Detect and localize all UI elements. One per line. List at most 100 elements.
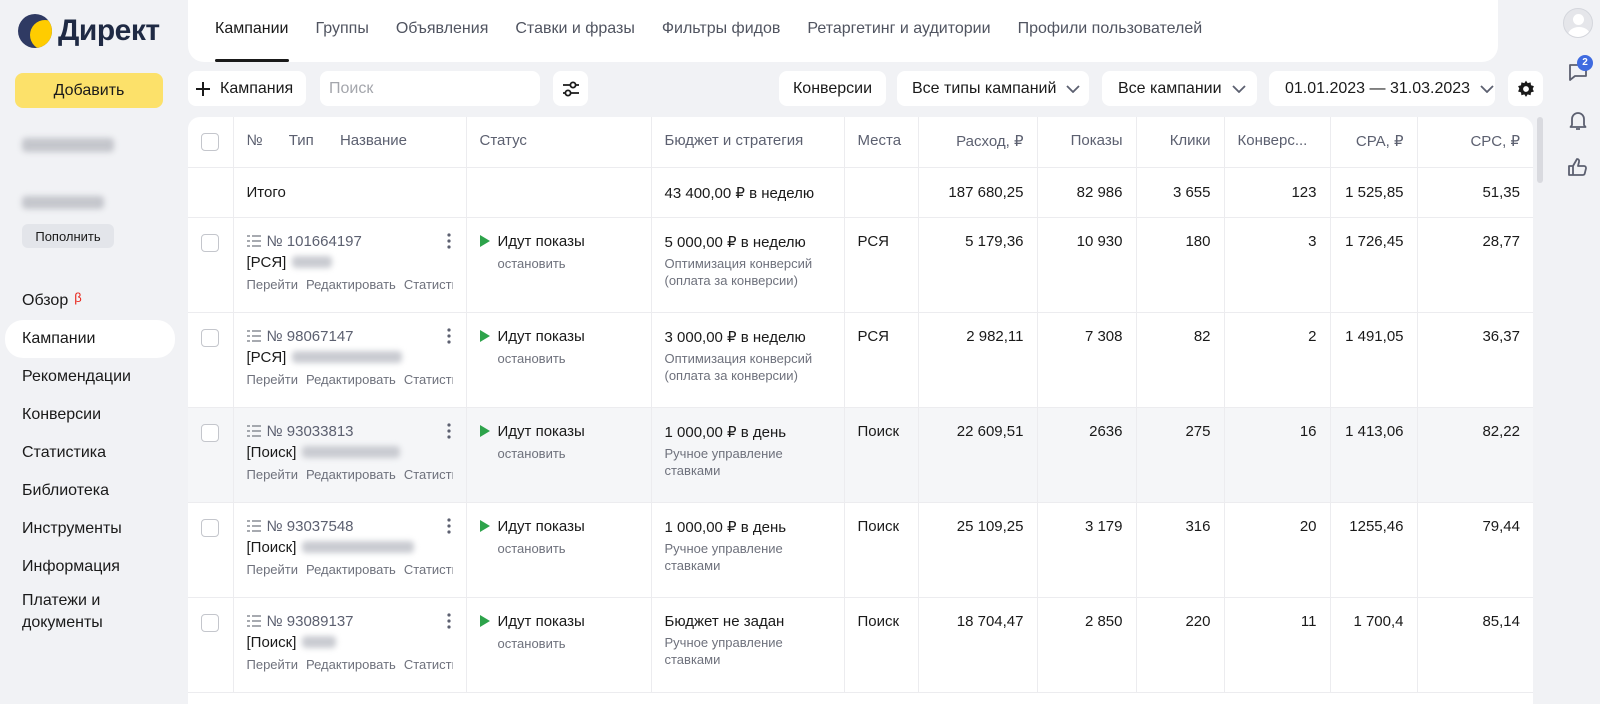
sidebar-item-overview[interactable]: Обзор β: [5, 282, 175, 320]
thumbs-up-icon[interactable]: [1566, 155, 1590, 179]
campaign-name-redacted[interactable]: [292, 256, 333, 268]
budget-value[interactable]: 1 000,00 ₽ в день: [665, 423, 831, 441]
sidebar-item-payments[interactable]: Платежи и документы: [5, 586, 135, 638]
row-checkbox[interactable]: [201, 233, 219, 252]
conversions-button[interactable]: Конверсии: [779, 71, 886, 106]
row-checkbox[interactable]: [201, 613, 219, 632]
budget-value[interactable]: 3 000,00 ₽ в неделю: [665, 328, 831, 346]
header-impressions[interactable]: Показы: [1037, 117, 1137, 168]
stop-link[interactable]: остановить: [498, 541, 638, 556]
budget-value[interactable]: 5 000,00 ₽ в неделю: [665, 233, 831, 251]
campaign-types-dropdown[interactable]: Все типы кампаний: [897, 71, 1089, 106]
sidebar-item-library[interactable]: Библиотека: [5, 472, 175, 510]
campaign-id[interactable]: № 93033813: [267, 423, 354, 440]
sidebar-item-campaigns[interactable]: Кампании: [5, 320, 175, 358]
avatar[interactable]: [1563, 8, 1593, 38]
table-row[interactable]: № 93033813 [Поиск] Перейти Редактировать Ста…: [188, 407, 1533, 503]
more-vertical-icon[interactable]: [446, 423, 451, 439]
search-input[interactable]: [320, 71, 540, 106]
go-link[interactable]: Перейти: [247, 277, 299, 292]
stats-link[interactable]: Статистика: [404, 562, 453, 577]
total-places-cell: [844, 167, 919, 218]
table-scrollbar[interactable]: [1537, 117, 1543, 183]
stats-link[interactable]: Статистика: [404, 657, 453, 672]
go-link[interactable]: Перейти: [247, 657, 299, 672]
more-vertical-icon[interactable]: [446, 233, 451, 249]
stop-link[interactable]: остановить: [498, 256, 638, 271]
go-link[interactable]: Перейти: [247, 562, 299, 577]
header-status[interactable]: Статус: [466, 117, 652, 168]
tab-feed-filters[interactable]: Фильтры фидов: [662, 0, 781, 62]
edit-link[interactable]: Редактировать: [306, 372, 396, 387]
more-vertical-icon[interactable]: [446, 328, 451, 344]
header-clicks[interactable]: Клики: [1136, 117, 1225, 168]
table-row[interactable]: № 98067147 [РСЯ] Перейти Редактировать Стати…: [188, 312, 1533, 408]
header-spend[interactable]: Расход, ₽: [918, 117, 1038, 168]
campaign-name-redacted[interactable]: [302, 636, 337, 648]
budget-value[interactable]: Бюджет не задан: [665, 613, 831, 630]
stats-link[interactable]: Статистика: [404, 277, 453, 292]
more-vertical-icon[interactable]: [446, 518, 451, 534]
total-spend: 187 680,25: [918, 167, 1038, 218]
header-num[interactable]: №: [247, 132, 263, 149]
campaign-id[interactable]: № 93089137: [267, 613, 354, 630]
filter-settings-button[interactable]: [553, 71, 588, 106]
edit-link[interactable]: Редактировать: [306, 467, 396, 482]
stats-link[interactable]: Статистика: [404, 467, 453, 482]
tab-user-profiles[interactable]: Профили пользователей: [1018, 0, 1203, 62]
sidebar-item-recommendations[interactable]: Рекомендации: [5, 358, 175, 396]
edit-link[interactable]: Редактировать: [306, 657, 396, 672]
header-places[interactable]: Места: [844, 117, 919, 168]
row-checkbox[interactable]: [201, 518, 219, 537]
header-cpc[interactable]: CPC, ₽: [1417, 117, 1533, 168]
row-checkbox[interactable]: [201, 328, 219, 347]
select-all-checkbox[interactable]: [201, 133, 219, 151]
table-row[interactable]: № 101664197 [РСЯ] Перейти Редактировать Стат…: [188, 217, 1533, 313]
table-row[interactable]: № 93089137 [Поиск] Перейти Редактировать Ста…: [188, 597, 1533, 693]
table-row[interactable]: № 93037548 [Поиск] Перейти Редактировать Ста…: [188, 502, 1533, 598]
date-range-picker[interactable]: 01.01.2023 — 31.03.2023: [1269, 71, 1495, 106]
cpa-cell: 1 726,45: [1330, 217, 1418, 313]
stop-link[interactable]: остановить: [498, 351, 638, 366]
tab-campaigns[interactable]: Кампании: [215, 0, 289, 62]
campaign-name-redacted[interactable]: [292, 351, 403, 363]
header-conversions[interactable]: Конверс...: [1224, 117, 1331, 168]
campaign-id[interactable]: № 101664197: [267, 233, 362, 250]
budget-value[interactable]: 1 000,00 ₽ в день: [665, 518, 831, 536]
stop-link[interactable]: остановить: [498, 446, 638, 461]
edit-link[interactable]: Редактировать: [306, 562, 396, 577]
campaigns-filter-dropdown[interactable]: Все кампании: [1102, 71, 1257, 106]
sidebar-item-tools[interactable]: Инструменты: [5, 510, 175, 548]
sidebar-item-information[interactable]: Информация: [5, 548, 175, 586]
stats-link[interactable]: Статистика: [404, 372, 453, 387]
campaign-id[interactable]: № 93037548: [267, 518, 354, 535]
go-link[interactable]: Перейти: [247, 372, 299, 387]
add-campaign-button[interactable]: Кампания: [188, 71, 306, 106]
status-text: Идут показы: [497, 612, 585, 630]
add-button[interactable]: Добавить: [15, 73, 163, 108]
logo[interactable]: Директ: [18, 14, 160, 48]
edit-link[interactable]: Редактировать: [306, 277, 396, 292]
tab-groups[interactable]: Группы: [316, 0, 369, 62]
sidebar-item-statistics[interactable]: Статистика: [5, 434, 175, 472]
sidebar-item-conversions[interactable]: Конверсии: [5, 396, 175, 434]
topup-button[interactable]: Пополнить: [22, 224, 114, 248]
header-cpa[interactable]: CPA, ₽: [1330, 117, 1418, 168]
impressions-cell: 2 850: [1037, 597, 1137, 693]
stop-link[interactable]: остановить: [498, 636, 638, 651]
campaign-name-redacted[interactable]: [302, 446, 401, 458]
header-name[interactable]: Название: [340, 132, 407, 149]
more-vertical-icon[interactable]: [446, 613, 451, 629]
tab-bids-phrases[interactable]: Ставки и фразы: [515, 0, 634, 62]
go-link[interactable]: Перейти: [247, 467, 299, 482]
tab-retargeting[interactable]: Ретаргетинг и аудитории: [807, 0, 990, 62]
campaign-name-redacted[interactable]: [302, 541, 415, 553]
tab-ads[interactable]: Объявления: [396, 0, 489, 62]
header-budget[interactable]: Бюджет и стратегия: [651, 117, 845, 168]
cpa-cell: 1255,46: [1330, 502, 1418, 598]
header-type[interactable]: Тип: [289, 132, 314, 149]
bell-icon[interactable]: [1566, 108, 1590, 132]
row-checkbox[interactable]: [201, 423, 219, 442]
settings-button[interactable]: [1508, 71, 1543, 106]
campaign-id[interactable]: № 98067147: [267, 328, 354, 345]
